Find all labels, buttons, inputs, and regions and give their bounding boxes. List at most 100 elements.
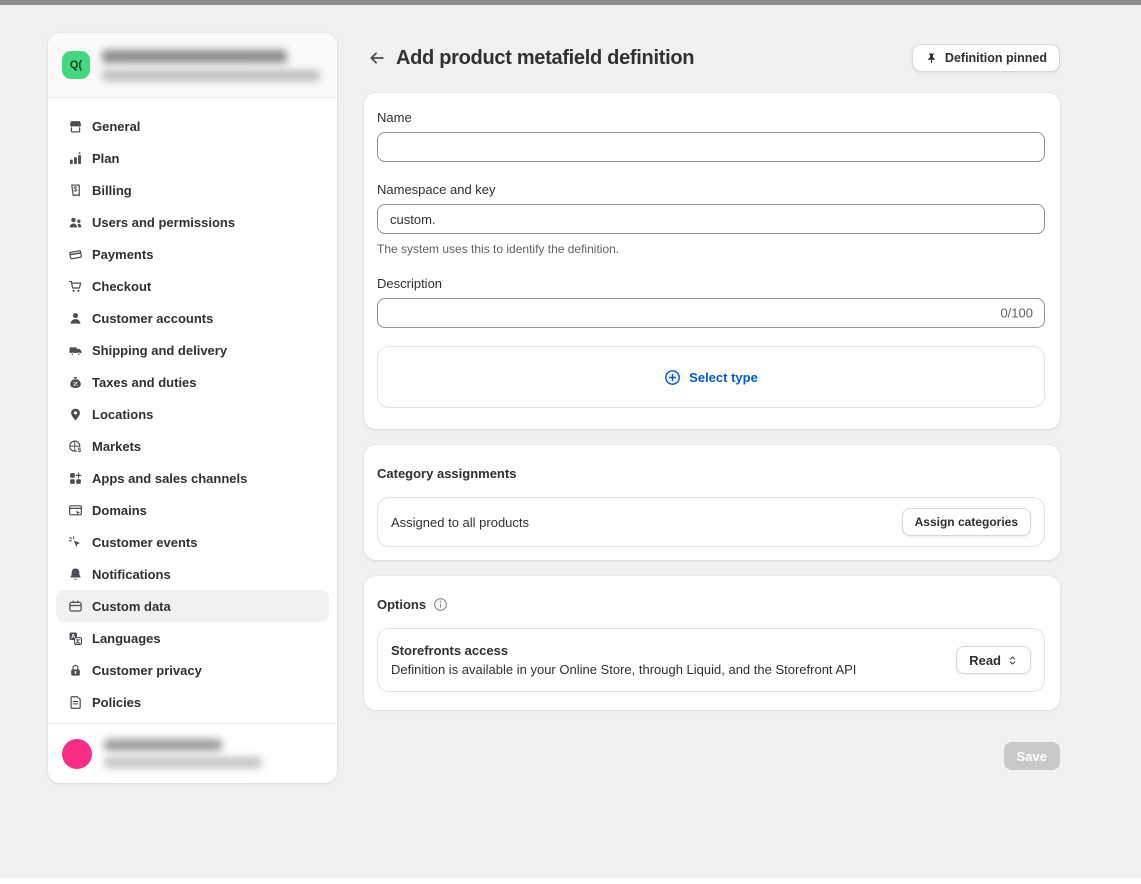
map-pin-icon: [68, 407, 83, 422]
sidebar-item-plan[interactable]: Plan: [56, 142, 329, 174]
sidebar-item-users-permissions[interactable]: Users and permissions: [56, 206, 329, 238]
user-footer[interactable]: [48, 723, 337, 783]
sidebar-item-taxes-duties[interactable]: Taxes and duties: [56, 366, 329, 398]
store-domain-redacted: [102, 70, 320, 81]
options-heading: Options: [377, 597, 426, 612]
store-info: [102, 50, 323, 81]
select-type-button[interactable]: Select type: [377, 346, 1045, 408]
assign-categories-label: Assign categories: [915, 515, 1018, 529]
definition-pinned-button[interactable]: Definition pinned: [912, 44, 1060, 72]
translate-icon: A: [68, 631, 83, 646]
options-heading-row: Options: [377, 597, 1045, 612]
sidebar-item-payments[interactable]: Payments: [56, 238, 329, 270]
sidebar-item-label: Domains: [92, 503, 147, 518]
sidebar-item-markets[interactable]: $ Markets: [56, 430, 329, 462]
user-name-redacted: [104, 739, 222, 751]
browser-window-icon: [68, 503, 83, 518]
sidebar-item-general[interactable]: General: [56, 110, 329, 142]
namespace-key-help: The system uses this to identify the def…: [377, 242, 1045, 256]
pin-icon: [925, 52, 938, 65]
bottom-strip: [0, 878, 1141, 884]
users-icon: [68, 215, 83, 230]
custom-data-icon: [68, 599, 83, 614]
lock-icon: [68, 663, 83, 678]
cursor-click-icon: [68, 535, 83, 550]
user-avatar: [62, 739, 92, 769]
sidebar-item-label: Checkout: [92, 279, 151, 294]
definition-form-card: Name Namespace and key The system uses t…: [364, 93, 1060, 429]
sidebar-item-label: Notifications: [92, 567, 171, 582]
sidebar-item-customer-privacy[interactable]: Customer privacy: [56, 654, 329, 686]
sidebar-item-label: Shipping and delivery: [92, 343, 227, 358]
sidebar-item-label: Custom data: [92, 599, 171, 614]
storefront-icon: [68, 119, 83, 134]
sidebar-item-label: Apps and sales channels: [92, 471, 247, 486]
document-icon: [68, 695, 83, 710]
truck-icon: [68, 343, 83, 358]
store-avatar: Q(: [62, 51, 90, 79]
sidebar-item-domains[interactable]: Domains: [56, 494, 329, 526]
store-name-redacted: [102, 50, 287, 63]
page-title: Add product metafield definition: [396, 47, 694, 70]
main-content: Add product metafield definition Definit…: [364, 43, 1060, 770]
category-assignments-heading: Category assignments: [377, 466, 1045, 481]
sidebar-item-locations[interactable]: Locations: [56, 398, 329, 430]
storefront-access-select[interactable]: Read: [956, 646, 1031, 674]
save-row: Save: [364, 742, 1060, 770]
payments-icon: [68, 247, 83, 262]
page-header: Add product metafield definition Definit…: [364, 43, 1060, 73]
name-input[interactable]: [377, 132, 1045, 162]
info-icon[interactable]: [433, 597, 448, 612]
back-button[interactable]: [364, 45, 390, 71]
sidebar-item-apps-sales-channels[interactable]: Apps and sales channels: [56, 462, 329, 494]
storefronts-access-text: Storefronts access Definition is availab…: [391, 643, 856, 677]
name-label: Name: [377, 110, 1045, 125]
store-header[interactable]: Q(: [48, 33, 337, 98]
assign-categories-button[interactable]: Assign categories: [902, 508, 1031, 536]
sidebar-item-label: Customer accounts: [92, 311, 213, 326]
sidebar-item-label: Customer privacy: [92, 663, 202, 678]
sidebar-item-shipping-delivery[interactable]: Shipping and delivery: [56, 334, 329, 366]
namespace-key-label: Namespace and key: [377, 182, 1045, 197]
billing-icon: $: [68, 183, 83, 198]
settings-sidebar: Q( General Plan $ Billing Users and perm…: [48, 33, 337, 783]
apps-grid-icon: [68, 471, 83, 486]
description-field: 0/100: [377, 298, 1045, 328]
person-icon: [68, 311, 83, 326]
select-type-label: Select type: [689, 370, 758, 385]
save-button[interactable]: Save: [1004, 742, 1060, 770]
sidebar-item-label: Customer events: [92, 535, 197, 550]
globe-dollar-icon: $: [68, 439, 83, 454]
sidebar-item-label: Policies: [92, 695, 141, 710]
sidebar-item-checkout[interactable]: Checkout: [56, 270, 329, 302]
svg-text:$: $: [78, 446, 82, 453]
browser-top-bar: [0, 0, 1141, 5]
sidebar-item-label: Payments: [92, 247, 153, 262]
sidebar-item-notifications[interactable]: Notifications: [56, 558, 329, 590]
description-input[interactable]: [377, 298, 1045, 328]
sidebar-item-policies[interactable]: Policies: [56, 686, 329, 718]
options-card: Options Storefronts access Definition is…: [364, 576, 1060, 710]
sidebar-item-languages[interactable]: A Languages: [56, 622, 329, 654]
sidebar-item-label: Locations: [92, 407, 153, 422]
sidebar-item-label: Languages: [92, 631, 161, 646]
description-label: Description: [377, 276, 1045, 291]
definition-pinned-label: Definition pinned: [945, 51, 1047, 65]
cart-icon: [68, 279, 83, 294]
user-email-redacted: [104, 757, 262, 768]
sidebar-item-billing[interactable]: $ Billing: [56, 174, 329, 206]
sidebar-item-label: Markets: [92, 439, 141, 454]
sidebar-item-custom-data[interactable]: Custom data: [56, 590, 329, 622]
sidebar-item-label: General: [92, 119, 140, 134]
namespace-key-input[interactable]: [377, 204, 1045, 234]
svg-text:$: $: [74, 186, 78, 193]
sidebar-item-customer-accounts[interactable]: Customer accounts: [56, 302, 329, 334]
storefronts-access-title: Storefronts access: [391, 643, 856, 658]
select-chevrons-icon: [1007, 655, 1018, 666]
storefront-access-value: Read: [969, 653, 1001, 668]
sidebar-item-label: Users and permissions: [92, 215, 235, 230]
storefronts-access-row: Storefronts access Definition is availab…: [377, 628, 1045, 692]
sidebar-item-label: Taxes and duties: [92, 375, 197, 390]
sidebar-item-customer-events[interactable]: Customer events: [56, 526, 329, 558]
plan-icon: [68, 151, 83, 166]
